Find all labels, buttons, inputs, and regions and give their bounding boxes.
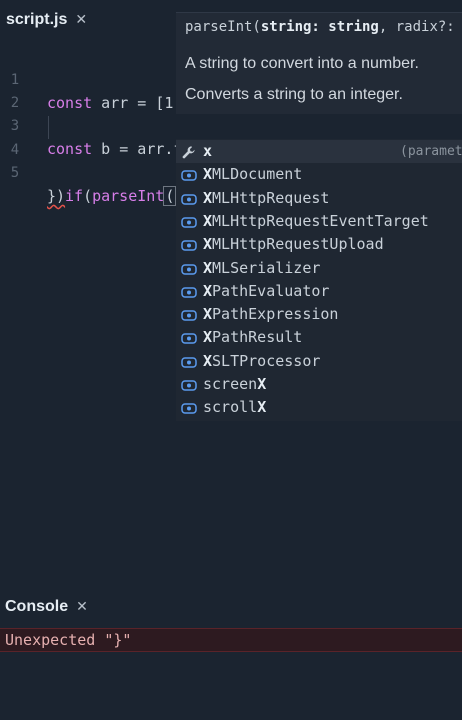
suggestion-item[interactable]: XPathExpression xyxy=(176,303,462,326)
class-icon xyxy=(181,330,197,345)
parameter-doc: A string to convert into a number. xyxy=(185,55,419,72)
suggestion-item[interactable]: XPathEvaluator xyxy=(176,280,462,303)
suggestion-label: x xyxy=(203,142,213,160)
class-icon xyxy=(181,214,197,229)
suggestion-item[interactable]: XMLSerializer xyxy=(176,257,462,280)
signature-line: parseInt(string: string, radix?: xyxy=(185,19,455,35)
suggestion-label: XMLHttpRequestUpload xyxy=(203,235,384,254)
suggestion-label: screenX xyxy=(203,375,267,393)
class-icon xyxy=(181,237,197,252)
suggestion-item[interactable]: XMLHttpRequestEventTarget xyxy=(176,210,462,233)
indent-guide xyxy=(48,116,49,139)
suggestion-item[interactable]: x (paramete xyxy=(176,140,462,163)
suggestion-label: XSLTProcessor xyxy=(203,351,321,370)
tab-label: script.js xyxy=(6,11,68,28)
suggestion-label: XMLHttpRequest xyxy=(203,188,330,207)
class-icon xyxy=(181,354,197,369)
class-icon xyxy=(181,307,197,322)
suggestion-label: XPathEvaluator xyxy=(203,281,330,300)
signature-help-popup: parseInt(string: string, radix?: A strin… xyxy=(176,12,462,114)
wrench-icon xyxy=(181,144,197,159)
suggestion-label: scrollX xyxy=(203,398,267,417)
suggestion-item[interactable]: XSLTProcessor xyxy=(176,350,462,373)
class-icon xyxy=(181,167,197,182)
console-title: Console xyxy=(5,598,69,615)
suggestion-item[interactable]: screenX xyxy=(176,373,462,396)
suggestion-label: XMLSerializer xyxy=(203,258,321,277)
close-icon[interactable]: ✕ xyxy=(76,599,88,615)
suggestion-item[interactable]: XMLHttpRequest xyxy=(176,187,462,210)
console-error-message: Unexpected "}" xyxy=(5,631,132,649)
suggestion-detail: (paramete xyxy=(400,144,462,159)
code-line-active: 4 if(parseInt(x)) xyxy=(0,116,462,206)
class-icon xyxy=(181,261,197,276)
autocomplete-list[interactable]: x (paramete XMLDocument XMLHttpRequest XMLHt… xyxy=(176,139,462,421)
function-name: parseInt xyxy=(92,187,165,205)
function-doc: Converts a string to an integer. xyxy=(185,86,403,103)
suggestion-item[interactable]: XMLHttpRequestUpload xyxy=(176,233,462,256)
tab-script-js[interactable]: script.js ✕ xyxy=(0,0,93,40)
suggestion-item[interactable]: XMLDocument xyxy=(176,163,462,186)
code-text: }) xyxy=(47,187,66,205)
console-error-row: Unexpected "}" xyxy=(0,628,462,652)
class-icon xyxy=(181,284,197,299)
keyword: if xyxy=(65,187,84,205)
class-icon xyxy=(181,191,197,206)
class-icon xyxy=(181,377,197,392)
suggestion-label: XMLDocument xyxy=(203,165,303,184)
suggestion-item[interactable]: XPathResult xyxy=(176,326,462,349)
suggestion-label: XMLHttpRequestEventTarget xyxy=(203,211,429,230)
console-header: Console ✕ xyxy=(0,590,462,624)
close-icon[interactable]: ✕ xyxy=(75,12,87,28)
class-icon xyxy=(181,400,197,415)
suggestion-label: XPathResult xyxy=(203,328,303,347)
suggestion-item[interactable]: scrollX xyxy=(176,396,462,419)
line-number: 5 xyxy=(10,165,20,181)
suggestion-label: XPathExpression xyxy=(203,305,339,324)
